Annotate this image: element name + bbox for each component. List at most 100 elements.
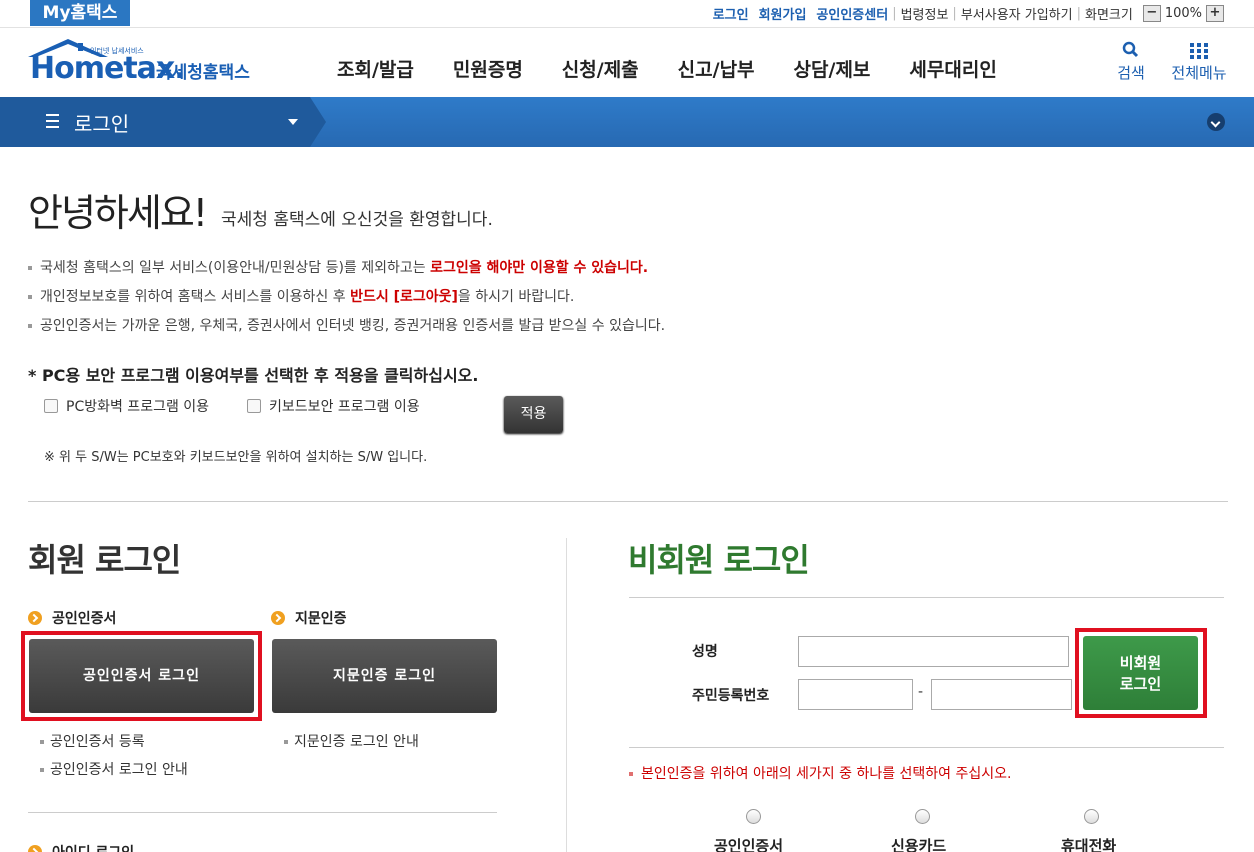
law-info-link[interactable]: 법령정보 <box>901 4 949 23</box>
notice-text: 개인정보보호를 위하여 홈택스 서비스를 이용하신 후 <box>40 289 351 305</box>
nav-left-pad <box>0 97 28 147</box>
menu-item-apply[interactable]: 신청/제출 <box>562 55 639 82</box>
arrow-circle-icon <box>28 611 42 625</box>
notice-item: 국세청 홈택스의 일부 서비스(이용안내/민원상담 등)를 제외하고는 로그인을… <box>28 258 665 287</box>
column-divider <box>566 538 567 852</box>
greeting-title: 안녕하세요! <box>28 191 208 235</box>
credit-card-radio-label: 신용카드 <box>891 837 947 852</box>
credit-card-radio[interactable] <box>915 809 930 824</box>
chevron-down-icon[interactable] <box>1207 113 1225 131</box>
link-label: 공인인증서 로그인 안내 <box>50 762 188 778</box>
security-program-title: * PC용 보안 프로그램 이용여부를 선택한 후 적용을 클릭하십시오. <box>28 366 479 385</box>
divider <box>28 812 497 813</box>
zoom-value: 100% <box>1164 6 1202 21</box>
menu-item-inquiry[interactable]: 조회/발급 <box>337 55 414 82</box>
mobile-radio-label: 휴대전화 <box>1061 837 1117 852</box>
notice-emphasis: 로그인을 해야만 이용할 수 있습니다. <box>430 260 649 276</box>
search-label: 검색 <box>1117 64 1145 82</box>
firewall-label: PC방화벽 프로그램 이용 <box>66 399 210 415</box>
apply-button[interactable]: 적용 <box>504 396 563 433</box>
cert-radio-label: 공인인증서 <box>714 837 784 852</box>
menu-item-report[interactable]: 신고/납부 <box>678 55 755 82</box>
nav-arrow-shape <box>310 97 326 147</box>
button-line: 로그인 <box>1119 675 1162 693</box>
bullet <box>28 266 32 270</box>
notice-list: 국세청 홈택스의 일부 서비스(이용안내/민원상담 등)를 제외하고는 로그인을… <box>28 258 665 345</box>
keyboard-security-checkbox[interactable] <box>247 399 262 413</box>
security-options: PC방화벽 프로그램 이용 키보드보안 프로그램 이용 <box>44 396 420 416</box>
search-button[interactable]: 검색 <box>1114 40 1148 83</box>
arrow-circle-icon <box>28 845 42 852</box>
logo-korean: 국세청홈택스 <box>156 63 250 83</box>
menu-item-consult[interactable]: 상담/제보 <box>794 55 871 82</box>
rrn-label: 주민등록번호 <box>692 688 770 704</box>
greeting-subtitle: 국세청 홈택스에 오신것을 환영합니다. <box>221 210 493 230</box>
divider: | <box>952 6 957 21</box>
search-icon <box>1122 41 1139 58</box>
firewall-checkbox[interactable] <box>44 399 58 413</box>
nav-dropdown[interactable]: 로그인 <box>28 97 310 147</box>
dept-user-signup-link[interactable]: 부서사용자 가입하기 <box>961 4 1073 23</box>
bullet <box>28 295 32 299</box>
utility-bar: My홈택스 로그인 회원가입 공인인증센터 | 법령정보 | 부서사용자 가입하… <box>0 0 1254 28</box>
notice-item: 공인인증서는 가까운 은행, 우체국, 증권사에서 인터넷 뱅킹, 증권거래용 … <box>28 316 665 345</box>
notice-text: 본인인증을 위하여 아래의 세가지 중 하나를 선택하여 주십시오. <box>641 766 1012 782</box>
member-login-title: 회원 로그인 <box>28 541 181 579</box>
notice-item: 개인정보보호를 위하여 홈택스 서비스를 이용하신 후 반드시 [로그아웃]을 … <box>28 287 665 316</box>
divider: | <box>892 6 897 21</box>
hamburger-icon <box>46 114 59 128</box>
utility-links: 로그인 회원가입 공인인증센터 | 법령정보 | 부서사용자 가입하기 | 화면… <box>703 4 1224 23</box>
notice-text: 국세청 홈택스의 일부 서비스(이용안내/민원상담 등)를 제외하고는 <box>40 260 431 276</box>
name-input[interactable] <box>798 636 1069 667</box>
divider: | <box>1076 6 1081 21</box>
cert-login-button[interactable]: 공인인증서 로그인 <box>29 639 254 713</box>
my-hometax-tab[interactable]: My홈택스 <box>30 0 130 26</box>
nonmember-login-title: 비회원 로그인 <box>628 541 810 579</box>
divider <box>629 747 1224 748</box>
cert-login-guide-link[interactable]: 공인인증서 로그인 안내 <box>40 759 188 779</box>
keyboard-security-label: 키보드보안 프로그램 이용 <box>269 399 420 415</box>
bullet <box>28 324 32 328</box>
nonmember-notice: 본인인증을 위하여 아래의 세가지 중 하나를 선택하여 주십시오. <box>629 763 1011 783</box>
cert-center-link[interactable]: 공인인증센터 <box>816 4 888 23</box>
id-login-heading: 아이디 로그인 <box>28 842 134 852</box>
link-label: 지문인증 로그인 안내 <box>294 734 419 750</box>
fingerprint-login-button[interactable]: 지문인증 로그인 <box>272 639 497 713</box>
mobile-radio[interactable] <box>1084 809 1099 824</box>
menu-item-certificate[interactable]: 민원증명 <box>453 55 523 82</box>
site-header: 인터넷 납세서비스 Hometax. 국세청홈택스 조회/발급 민원증명 신청/… <box>0 28 1254 96</box>
notice-text: 공인인증서는 가까운 은행, 우체국, 증권사에서 인터넷 뱅킹, 증권거래용 … <box>40 318 666 334</box>
notice-text-end: 을 하시기 바랍니다. <box>457 289 575 305</box>
cert-register-link[interactable]: 공인인증서 등록 <box>40 731 145 751</box>
menu-item-agent[interactable]: 세무대리인 <box>909 55 996 82</box>
zoom-control: − 100% + <box>1142 5 1224 22</box>
nav-title: 로그인 <box>74 112 130 136</box>
fingerprint-guide-link[interactable]: 지문인증 로그인 안내 <box>284 731 419 751</box>
all-menu-label: 전체메뉴 <box>1171 64 1227 82</box>
hometax-logo[interactable]: 인터넷 납세서비스 Hometax. 국세청홈택스 <box>28 37 258 89</box>
cert-heading-label: 공인인증서 <box>52 611 117 627</box>
zoom-out-button[interactable]: − <box>1142 5 1161 22</box>
all-menu-button[interactable]: 전체메뉴 <box>1169 40 1229 83</box>
notice-emphasis: 반드시 [로그아웃] <box>350 289 458 305</box>
signup-link[interactable]: 회원가입 <box>759 4 807 23</box>
link-label: 공인인증서 등록 <box>50 734 145 750</box>
fingerprint-heading: 지문인증 <box>271 608 347 628</box>
caret-down-icon <box>288 119 298 125</box>
cert-heading: 공인인증서 <box>28 608 116 628</box>
id-login-heading-label: 아이디 로그인 <box>52 842 134 852</box>
rrn-front-input[interactable] <box>798 679 913 710</box>
rrn-dash: - <box>918 684 924 700</box>
cert-radio[interactable] <box>746 809 761 824</box>
nonmember-login-button[interactable]: 비회원 로그인 <box>1083 636 1198 710</box>
name-label: 성명 <box>692 644 718 660</box>
zoom-in-button[interactable]: + <box>1206 5 1224 22</box>
grid-icon <box>1190 43 1208 59</box>
rrn-back-input[interactable] <box>931 679 1072 710</box>
software-note: ※ 위 두 S/W는 PC보호와 키보드보안을 위하여 설치하는 S/W 입니다… <box>44 450 428 465</box>
login-link[interactable]: 로그인 <box>713 4 749 23</box>
fingerprint-heading-label: 지문인증 <box>295 611 347 627</box>
divider <box>28 501 1228 502</box>
main-menu: 조회/발급 민원증명 신청/제출 신고/납부 상담/제보 세무대리인 <box>337 55 1036 82</box>
screen-size-label: 화면크기 <box>1084 8 1133 23</box>
